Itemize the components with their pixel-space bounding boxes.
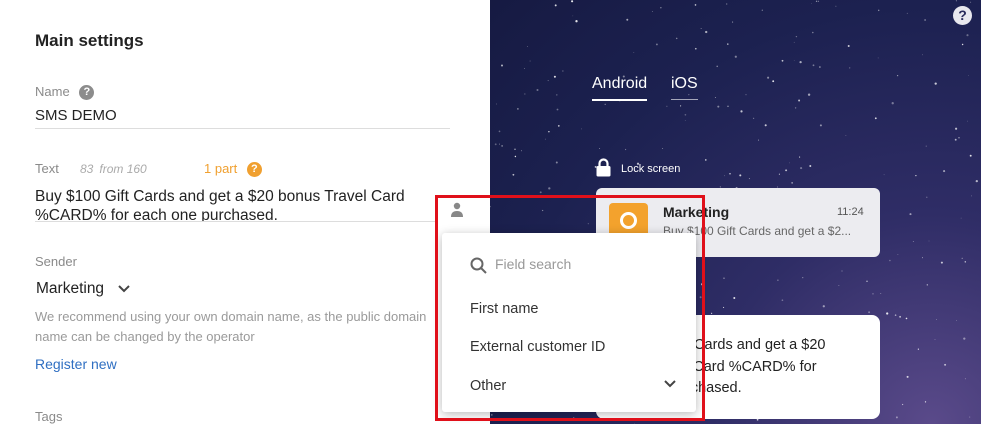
sender-label: Sender [35,254,77,269]
parts-help-icon[interactable]: ? [246,162,262,178]
name-label-text: Name [35,84,70,99]
settings-panel: Main settings Name ? SMS DEMO Text 83 fro… [0,0,490,424]
name-underline [35,128,450,129]
char-limit: from 160 [99,162,147,176]
help-icon-top[interactable]: ? [953,6,972,25]
text-label: Text [35,161,59,176]
highlight-box [435,195,705,421]
help-icon[interactable]: ? [79,85,95,101]
char-counter: 83 from 160 [80,162,153,176]
text-underline [35,221,435,222]
name-label: Name ? [35,84,95,101]
lock-icon [596,158,611,177]
notification-time: 11:24 [837,206,864,218]
parts-count: 1 part [204,161,238,176]
register-new-link[interactable]: Register new [35,356,117,372]
chevron-down-icon [118,285,131,293]
lock-screen-label: Lock screen [621,163,681,175]
sender-select[interactable]: Marketing [36,280,131,298]
tags-label: Tags [35,409,63,424]
sender-hint: We recommend using your own domain name,… [35,309,427,344]
page-title: Main settings [35,31,144,50]
tab-ios[interactable]: iOS [671,75,698,100]
message-preview-text: f Cards and get a $20 l Card %CARD% for rc… [686,335,876,400]
tab-android[interactable]: Android [592,75,648,101]
char-count: 83 [80,162,94,176]
sender-value: Marketing [36,280,105,297]
name-field[interactable]: SMS DEMO [35,107,117,124]
sms-parts: 1 part ? [204,161,262,178]
message-text-field[interactable]: Buy $100 Gift Cards and get a $20 bonus … [35,187,435,221]
message-visible-text: f Cards and get a $20 l Card %CARD% for rc… [686,337,826,396]
